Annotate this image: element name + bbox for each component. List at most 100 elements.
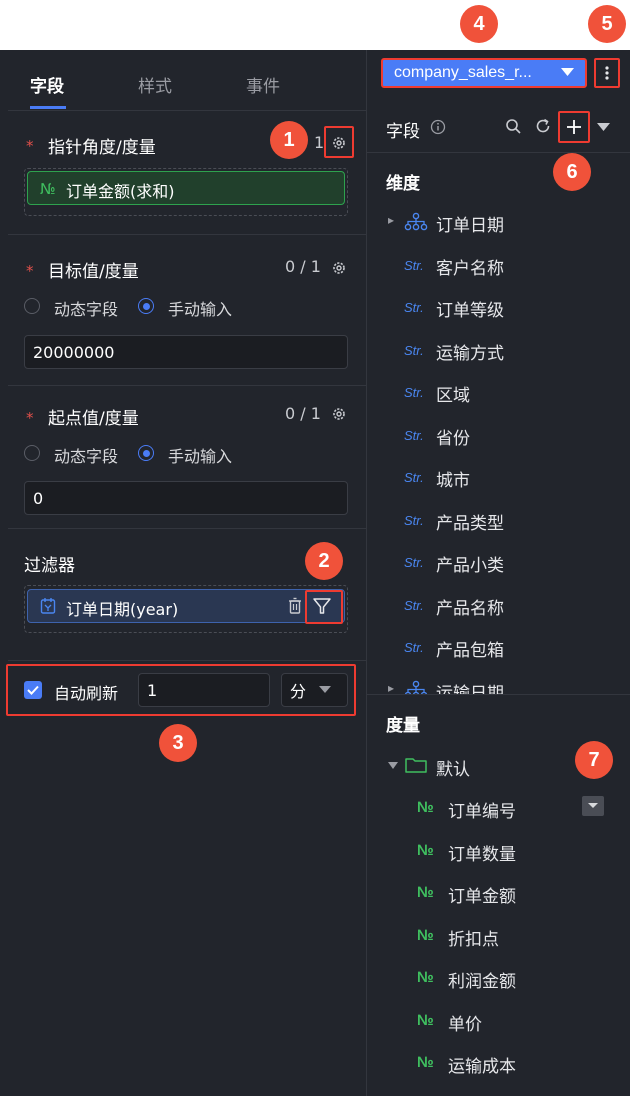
pointer-section-title: 指针角度/度量: [48, 138, 156, 158]
measure-title: 度量: [386, 716, 420, 736]
filter-section-title: 过滤器: [24, 556, 75, 576]
refresh-highlight: [6, 664, 356, 716]
plus-icon[interactable]: [565, 118, 583, 136]
number-type-icon: №: [417, 1011, 434, 1029]
number-type-icon: №: [417, 799, 434, 816]
dimension-item[interactable]: 客户名称: [436, 254, 504, 279]
section-divider: [8, 660, 366, 661]
callout-badge-4: 4: [460, 5, 498, 43]
start-manual-label: 手动输入: [168, 447, 233, 466]
dimension-item[interactable]: 产品包箱: [436, 636, 504, 661]
measure-item[interactable]: 订单数量: [448, 840, 516, 865]
target-section-title: 目标值/度量: [48, 262, 139, 282]
target-radio-dynamic[interactable]: [24, 298, 40, 314]
start-dynamic-label: 动态字段: [54, 447, 119, 466]
callout-badge-3: 3: [159, 724, 197, 762]
section-divider: [8, 234, 366, 235]
dimension-item[interactable]: 运输方式: [436, 339, 504, 364]
chevron-down-icon: [561, 68, 574, 76]
callout-badge-6: 6: [553, 153, 591, 191]
active-tab-indicator: [30, 106, 66, 109]
callout-badge-5: 5: [588, 5, 626, 43]
string-type-icon: Str.: [404, 597, 424, 613]
number-type-icon: №: [417, 884, 434, 901]
start-radio-dynamic[interactable]: [24, 445, 40, 461]
callout-badge-1: 1: [270, 121, 308, 159]
number-type-icon: №: [417, 841, 434, 859]
dimension-item[interactable]: 区域: [436, 381, 470, 406]
dimension-title: 维度: [386, 174, 420, 194]
dataset-name: company_sales_r...: [394, 64, 532, 81]
pointer-counter: 1: [314, 133, 325, 152]
measure-item[interactable]: 订单金额: [448, 882, 516, 907]
info-icon[interactable]: [430, 119, 446, 135]
measure-item[interactable]: 运输成本: [448, 1052, 516, 1077]
chevron-down-icon: [588, 803, 598, 808]
string-type-icon: Str.: [404, 385, 424, 400]
number-type-icon: №: [417, 926, 434, 944]
tab-fields[interactable]: 字段: [30, 72, 64, 97]
search-icon[interactable]: [505, 118, 522, 135]
gear-highlight: [324, 126, 354, 158]
required-marker: *: [26, 137, 34, 155]
tab-style[interactable]: 样式: [138, 72, 172, 97]
string-type-icon: Str.: [404, 470, 424, 485]
trash-icon[interactable]: [287, 597, 303, 615]
pointer-field-label: 订单金额(求和): [66, 182, 175, 201]
dimension-item[interactable]: 产品类型: [436, 509, 504, 534]
string-type-icon: Str.: [404, 640, 424, 655]
dimension-item[interactable]: 订单日期: [436, 211, 504, 236]
start-radio-manual[interactable]: [138, 445, 154, 461]
hierarchy-icon: [404, 212, 428, 231]
number-type-icon: №: [40, 180, 56, 198]
number-type-icon: №: [417, 1054, 434, 1071]
measure-item[interactable]: 单价: [448, 1010, 482, 1035]
target-dynamic-label: 动态字段: [54, 300, 119, 319]
dimension-item[interactable]: 城市: [436, 466, 470, 491]
tab-divider: [8, 110, 366, 111]
required-marker: *: [26, 409, 34, 427]
fields-header: 字段: [386, 122, 420, 142]
string-type-icon: Str.: [404, 427, 424, 443]
caret-down-icon[interactable]: [388, 762, 398, 770]
dimension-item[interactable]: 产品名称: [436, 594, 504, 619]
chevron-down-icon[interactable]: [597, 123, 610, 132]
folder-icon: [405, 758, 427, 773]
string-type-icon: Str.: [404, 555, 424, 570]
caret-right-icon[interactable]: ▸: [388, 213, 394, 227]
calendar-icon: [40, 598, 56, 614]
string-type-icon: Str.: [404, 342, 424, 358]
refresh-icon[interactable]: [534, 117, 552, 135]
callout-badge-7: 7: [575, 741, 613, 779]
gear-icon[interactable]: [331, 406, 347, 422]
measure-item[interactable]: 订单编号: [448, 797, 516, 822]
dimension-item[interactable]: 订单等级: [436, 296, 504, 321]
dimension-item[interactable]: 产品小类: [436, 551, 504, 576]
target-radio-manual[interactable]: [138, 298, 154, 314]
start-section-title: 起点值/度量: [48, 409, 139, 429]
string-type-icon: Str.: [404, 512, 424, 528]
measure-item[interactable]: 利润金额: [448, 967, 516, 992]
filter-field-label: 订单日期(year): [66, 600, 179, 619]
section-divider: [8, 528, 366, 529]
gear-icon[interactable]: [331, 260, 347, 276]
tab-events[interactable]: 事件: [246, 72, 280, 97]
measure-item[interactable]: 折扣点: [448, 925, 499, 950]
string-type-icon: Str.: [404, 300, 424, 315]
dimension-item[interactable]: 省份: [436, 424, 470, 449]
callout-badge-2: 2: [305, 542, 343, 580]
start-value-input[interactable]: 0: [24, 481, 348, 515]
more-vertical-icon[interactable]: [602, 62, 612, 84]
header-divider: [367, 152, 630, 153]
target-value-input[interactable]: 20000000: [24, 335, 348, 369]
item-menu-button[interactable]: [582, 796, 604, 816]
target-manual-label: 手动输入: [168, 300, 233, 319]
start-counter: 0 / 1: [285, 404, 321, 423]
section-divider: [8, 385, 366, 386]
filter-highlight: [305, 590, 343, 624]
measure-folder-label[interactable]: 默认: [436, 755, 470, 780]
target-counter: 0 / 1: [285, 257, 321, 276]
number-type-icon: №: [417, 969, 434, 986]
caret-right-icon[interactable]: ▸: [388, 681, 394, 695]
required-marker: *: [26, 262, 34, 280]
